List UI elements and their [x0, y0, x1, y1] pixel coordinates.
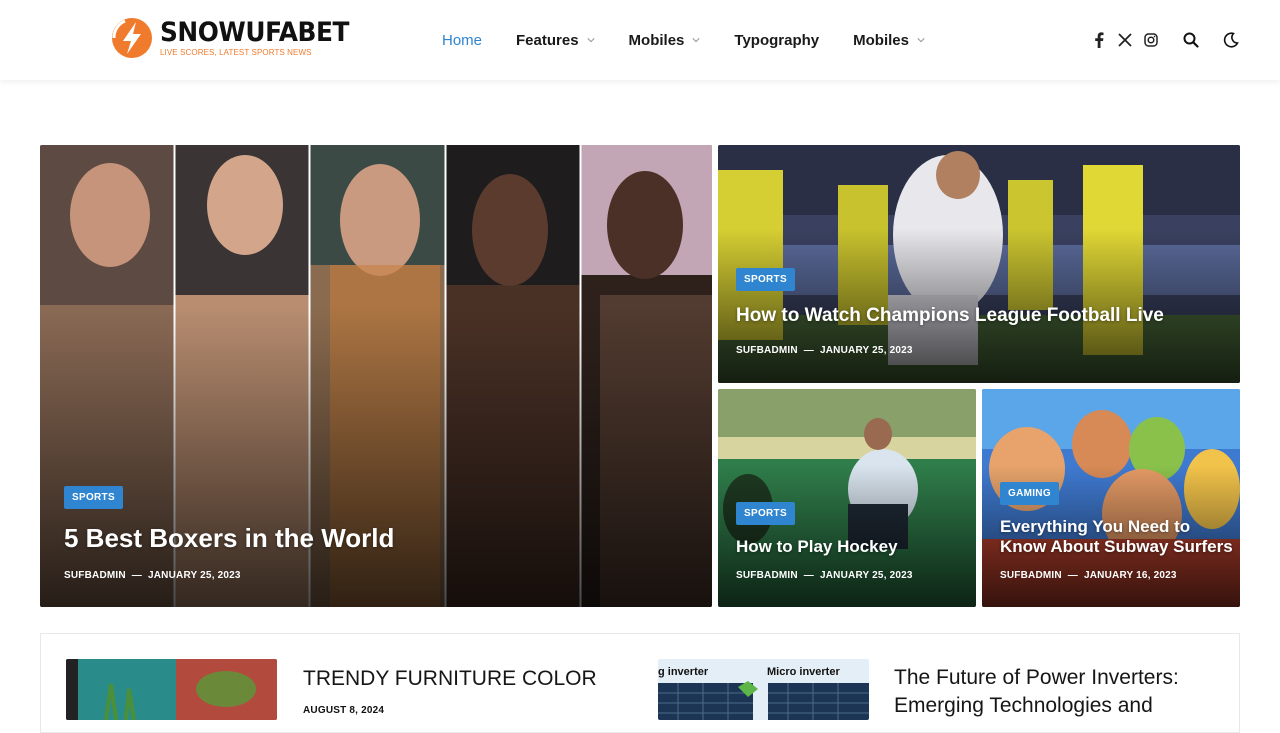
dark-mode-icon[interactable] [1222, 31, 1240, 49]
thumb-label: g inverter [658, 666, 709, 678]
nav-label: Home [442, 31, 483, 49]
search-icon[interactable] [1182, 31, 1200, 49]
nav-item-mobiles[interactable]: Mobiles [629, 32, 701, 49]
featured-title[interactable]: 5 Best Boxers in the World [64, 523, 394, 554]
x-twitter-icon[interactable] [1116, 31, 1134, 49]
nav-label: Typography [734, 31, 820, 49]
nav-label: Mobiles [628, 31, 685, 49]
post-meta: SUFBADMIN — JANUARY 25, 2023 [64, 570, 241, 581]
nav-label: Mobiles [853, 31, 909, 49]
featured-card-hockey[interactable]: SPORTS How to Play Hockey SUFBADMIN — JANU… [718, 389, 976, 607]
thumb-label: Micro inverter [767, 666, 840, 678]
main-nav: Home Features Mobiles Typography Mobiles [442, 0, 959, 80]
brand-name: SNOWUFABET [160, 17, 349, 48]
facebook-icon[interactable] [1090, 31, 1108, 49]
post-meta: SUFBADMIN — JANUARY 16, 2023 [1000, 570, 1177, 581]
post-date: AUGUST 8, 2024 [303, 705, 385, 716]
featured-title[interactable]: How to Watch Champions League Football L… [736, 305, 1164, 327]
post-date: JANUARY 25, 2023 [148, 570, 241, 581]
post-thumbnail-inverters[interactable]: g inverter Micro inverter [658, 659, 869, 720]
category-badge[interactable]: SPORTS [736, 502, 795, 525]
featured-card-boxers[interactable]: SPORTS 5 Best Boxers in the World SUFBAD… [40, 145, 712, 607]
category-badge[interactable]: GAMING [1000, 482, 1059, 505]
post-meta: SUFBADMIN — JANUARY 25, 2023 [736, 345, 913, 356]
post-thumbnail-furniture[interactable] [66, 659, 277, 720]
site-logo[interactable]: SNOWUFABET LIVE SCORES, LATEST SPORTS NE… [110, 16, 365, 60]
post-title[interactable]: TRENDY FURNITURE COLOR [303, 665, 597, 693]
featured-title[interactable]: Everything You Need to Know About Subway… [1000, 517, 1235, 557]
category-badge[interactable]: SPORTS [736, 268, 795, 291]
nav-item-features[interactable]: Features [516, 32, 595, 49]
post-date: JANUARY 25, 2023 [820, 570, 913, 581]
site-header: SNOWUFABET LIVE SCORES, LATEST SPORTS NE… [0, 0, 1280, 80]
chevron-down-icon [586, 38, 595, 43]
post-meta: SUFBADMIN — JANUARY 25, 2023 [736, 570, 913, 581]
post-date: JANUARY 16, 2023 [1084, 570, 1177, 581]
post-title[interactable]: The Future of Power Inverters: Emerging … [894, 664, 1224, 720]
featured-title[interactable]: How to Play Hockey [736, 537, 898, 557]
nav-label: Features [516, 31, 579, 49]
instagram-icon[interactable] [1142, 31, 1160, 49]
author-name[interactable]: SUFBADMIN [736, 570, 798, 581]
nav-item-typography[interactable]: Typography [734, 32, 819, 49]
chevron-down-icon [692, 38, 700, 43]
author-name[interactable]: SUFBADMIN [64, 570, 126, 581]
nav-item-mobiles-2[interactable]: Mobiles [853, 32, 925, 49]
featured-card-football[interactable]: SPORTS How to Watch Champions League Foo… [718, 145, 1240, 383]
category-badge[interactable]: SPORTS [64, 486, 123, 509]
nav-item-home[interactable]: Home [442, 32, 482, 49]
featured-card-subway-surfers[interactable]: GAMING Everything You Need to Know About… [982, 389, 1240, 607]
header-icons [1082, 0, 1240, 80]
chevron-down-icon [917, 38, 925, 43]
author-name[interactable]: SUFBADMIN [736, 345, 798, 356]
author-name[interactable]: SUFBADMIN [1000, 570, 1062, 581]
post-date: JANUARY 25, 2023 [820, 345, 913, 356]
logo-icon [110, 16, 154, 60]
